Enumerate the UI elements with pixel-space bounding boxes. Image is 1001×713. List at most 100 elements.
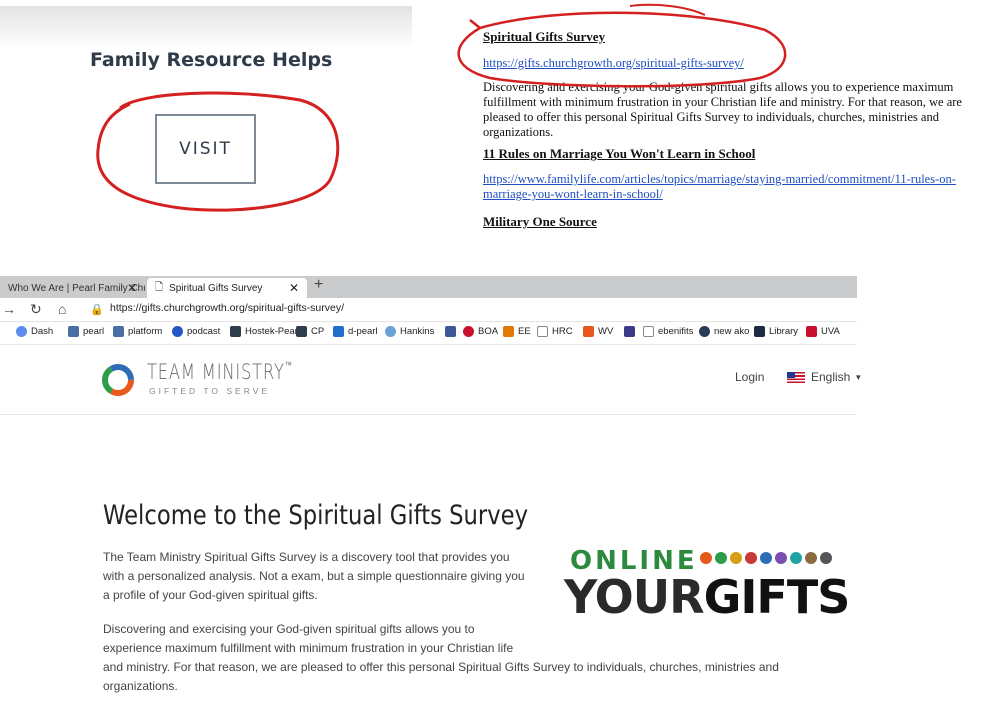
favorite-mail[interactable] [624, 326, 639, 337]
gift-dot-icon [775, 552, 787, 564]
favorite-dash[interactable]: Dash [16, 326, 53, 337]
favorite-cp[interactable]: CP [296, 326, 324, 337]
favorite-facebook[interactable] [445, 326, 460, 337]
favorite-pearl[interactable]: pearl [68, 326, 104, 337]
close-icon[interactable]: ✕ [127, 281, 137, 295]
marriage-link[interactable]: https://www.familylife.com/articles/topi… [483, 172, 956, 201]
favorite-new-ako[interactable]: new ako [699, 326, 749, 337]
favorite-label: pearl [83, 326, 105, 337]
badge-your-text: YOUR [564, 570, 705, 624]
favorite-label: Dash [31, 326, 54, 337]
platform-icon [113, 326, 124, 337]
dash-icon [16, 326, 27, 337]
family-resource-panel: Family Resource Helps VISIT [0, 0, 420, 235]
url-input[interactable]: https://gifts.churchgrowth.org/spiritual… [110, 302, 344, 314]
gift-dot-icon [745, 552, 757, 564]
favorite-boa[interactable]: BOA [463, 326, 498, 337]
online-your-gifts-badge: ONLINE YOURGIFTS [560, 546, 855, 626]
survey-annotation-circle [457, 3, 787, 88]
tab-strip: Who We Are | Pearl Family Churc ✕ 🗋 Spir… [0, 276, 857, 298]
new-tab-icon[interactable]: + [314, 276, 323, 294]
user-icon [699, 326, 710, 337]
lock-icon: 🔒 [90, 304, 104, 316]
favorite-d-pearl[interactable]: d-pearl [333, 326, 378, 337]
favorite-ee[interactable]: EE [503, 326, 531, 337]
logo-tagline: GIFTED TO SERVE [149, 386, 271, 396]
chevron-down-icon: ▼ [854, 372, 863, 382]
favorite-podcast[interactable]: podcast [172, 326, 220, 337]
cp-icon [296, 326, 307, 337]
gift-dot-icon [805, 552, 817, 564]
logo-trademark: ™ [284, 361, 293, 371]
intro-line: a profile of your God-given spiritual gi… [103, 588, 318, 602]
page-icon [643, 326, 654, 337]
mail-icon [333, 326, 344, 337]
close-icon[interactable]: ✕ [289, 281, 299, 295]
browser-window: Who We Are | Pearl Family Churc ✕ 🗋 Spir… [0, 276, 862, 713]
address-bar: → ↻ ⌂ 🔒 https://gifts.churchgrowth.org/s… [0, 298, 857, 322]
favorite-library[interactable]: Library [754, 326, 798, 337]
logo-name: TEAM MINISTRY™ [147, 360, 293, 384]
intro-line: with a personalized analysis. Not a exam… [103, 569, 525, 583]
body-paragraph: Discovering and exercising your God-give… [103, 620, 823, 696]
page-icon [537, 326, 548, 337]
boa-icon [463, 326, 474, 337]
tab-who-we-are[interactable]: Who We Are | Pearl Family Churc ✕ [0, 278, 145, 298]
visit-annotation-circle [96, 91, 340, 212]
favorite-label: WV [598, 326, 614, 337]
badge-dots [700, 552, 835, 564]
favorite-hankins[interactable]: Hankins [385, 326, 434, 337]
gift-dot-icon [820, 552, 832, 564]
gift-dot-icon [760, 552, 772, 564]
site-header: TEAM MINISTRY™ GIFTED TO SERVE Login Eng… [0, 344, 862, 415]
favorite-wv[interactable]: WV [583, 326, 613, 337]
favorite-label: Library [769, 326, 799, 337]
wv-icon [583, 326, 594, 337]
military-heading: Military One Source [483, 214, 597, 229]
podcast-icon [172, 326, 183, 337]
page-title: Welcome to the Spiritual Gifts Survey [103, 500, 529, 531]
favorite-label: Hostek-Pearl [245, 326, 300, 337]
favorite-ebenifits[interactable]: ebenifits [643, 326, 693, 337]
logo-icon [102, 364, 134, 396]
logo-name-text: TEAM MINISTRY [147, 360, 285, 384]
globe-icon [385, 326, 396, 337]
favorite-label: platform [128, 326, 163, 337]
tab-spiritual-gifts[interactable]: 🗋 Spiritual Gifts Survey ✕ [147, 278, 307, 298]
favorite-label: Hankins [400, 326, 435, 337]
gift-dot-icon [790, 552, 802, 564]
language-selector[interactable]: English ▼ [787, 370, 862, 384]
library-icon [754, 326, 765, 337]
badge-gifts-text: GIFTS [703, 570, 851, 624]
favorite-hrc[interactable]: HRC [537, 326, 573, 337]
favorite-platform[interactable]: platform [113, 326, 162, 337]
gift-dot-icon [730, 552, 742, 564]
gift-dot-icon [715, 552, 727, 564]
home-icon[interactable]: ⌂ [58, 301, 66, 317]
favorite-uva[interactable]: UVA [806, 326, 840, 337]
facebook-icon [445, 326, 456, 337]
us-flag-icon [787, 371, 805, 383]
favorite-label: podcast [187, 326, 221, 337]
badge-your-gifts: YOURGIFTS [564, 570, 851, 624]
marriage-heading: 11 Rules on Marriage You Won't Learn in … [483, 146, 756, 161]
refresh-icon[interactable]: ↻ [30, 301, 42, 318]
mail-icon [624, 326, 635, 337]
login-link[interactable]: Login [735, 370, 764, 384]
uva-icon [806, 326, 817, 337]
body-line: organizations. [103, 679, 178, 693]
tab-label: Who We Are | Pearl Family Churc [8, 282, 145, 294]
favorite-label: EE [518, 326, 531, 337]
favorite-label: ebenifits [658, 326, 694, 337]
intro-line: The Team Ministry Spiritual Gifts Survey… [103, 550, 510, 564]
body-line: and ministry. For that reason, we are pl… [103, 660, 779, 674]
body-line: experience maximum fulfillment with mini… [103, 641, 514, 655]
favorite-label: d-pearl [348, 326, 378, 337]
favorite-label: BOA [478, 326, 499, 337]
gift-dot-icon [700, 552, 712, 564]
forward-icon[interactable]: → [2, 301, 16, 317]
favorite-label: HRC [552, 326, 573, 337]
favorite-hostek[interactable]: Hostek-Pearl [230, 326, 300, 337]
favorite-label: new ako [714, 326, 750, 337]
ee-icon [503, 326, 514, 337]
